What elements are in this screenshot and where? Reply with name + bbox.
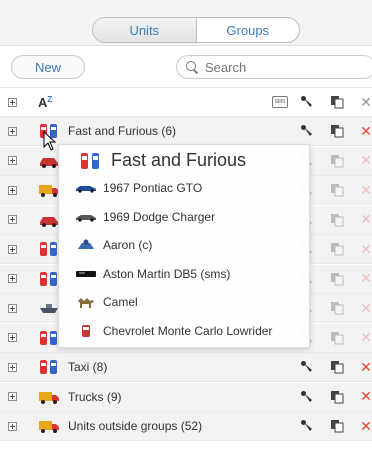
popup-unit-item[interactable]: Chevrolet Monte Carlo Lowrider: [75, 324, 272, 338]
wrench-icon[interactable]: [300, 95, 314, 109]
popup-title: Fast and Furious: [79, 150, 246, 171]
popup-unit-item[interactable]: Camel: [75, 295, 138, 309]
expand-icon[interactable]: [8, 126, 17, 136]
car-icon: [38, 212, 60, 228]
search-box[interactable]: [176, 55, 372, 79]
tab-groups[interactable]: Groups: [195, 18, 300, 42]
popup-unit-label: 1967 Pontiac GTO: [103, 181, 203, 195]
popup-unit-item[interactable]: Aston Martin DB5 (sms): [75, 267, 230, 281]
expand-icon[interactable]: [8, 362, 17, 372]
delete-icon[interactable]: ✕: [359, 241, 372, 257]
copy-icon[interactable]: [330, 419, 344, 433]
popup-unit-label: 1969 Dodge Charger: [103, 209, 216, 224]
search-icon: [185, 60, 199, 74]
popup-unit-label: Camel: [103, 295, 138, 309]
copy-icon[interactable]: [330, 272, 344, 286]
lowrider-icon: [75, 324, 97, 338]
group-label: Fast and Furious (6): [68, 124, 177, 138]
search-input[interactable]: [205, 59, 355, 75]
cars-icon: [38, 330, 60, 346]
group-label: Taxi (8): [68, 360, 108, 374]
group-row[interactable]: Taxi (8) ✕: [0, 353, 372, 382]
user-car-icon: [75, 238, 97, 252]
cars-icon: [38, 271, 60, 287]
popup-unit-label: Chevrolet Monte Carlo Lowrider: [103, 323, 273, 338]
truck-icon: [38, 389, 60, 405]
delete-icon[interactable]: ✕: [359, 300, 372, 316]
charger-car-icon: [75, 210, 97, 224]
sort-az-icon[interactable]: AZ: [38, 95, 52, 109]
copy-icon[interactable]: [330, 183, 344, 197]
expand-icon[interactable]: [8, 303, 17, 313]
copy-icon[interactable]: [330, 124, 344, 138]
copy-icon[interactable]: [330, 213, 344, 227]
delete-icon[interactable]: ✕: [359, 123, 372, 139]
boat-icon: [38, 300, 60, 316]
delete-icon[interactable]: ✕: [359, 94, 372, 110]
camel-icon: [75, 295, 97, 309]
copy-icon[interactable]: [330, 242, 344, 256]
expand-icon[interactable]: [8, 274, 17, 283]
copy-icon[interactable]: [330, 331, 344, 345]
cars-icon: [38, 359, 60, 375]
delete-icon[interactable]: ✕: [359, 418, 372, 434]
group-label: Units outside groups (52): [68, 419, 203, 433]
copy-icon[interactable]: [330, 390, 344, 404]
expand-icon[interactable]: [8, 392, 17, 401]
wrench-icon[interactable]: [300, 124, 314, 138]
wrench-icon[interactable]: [300, 360, 314, 374]
delete-icon[interactable]: ✕: [359, 359, 372, 375]
wrench-icon[interactable]: [300, 419, 314, 433]
popup-unit-label: Aaron (c): [103, 238, 153, 252]
delete-icon[interactable]: ✕: [359, 211, 372, 227]
expand-icon[interactable]: [8, 215, 17, 224]
truck-icon: [38, 418, 60, 434]
cars-icon: [38, 241, 60, 257]
group-row[interactable]: Trucks (9) ✕: [0, 382, 372, 412]
new-button[interactable]: New: [11, 55, 85, 79]
popup-unit-item[interactable]: Aaron (c): [75, 238, 152, 252]
group-label: Trucks (9): [68, 389, 122, 404]
list-header-row: AZ SMS ✕: [0, 88, 372, 117]
group-row[interactable]: Units outside groups (52) ✕: [0, 412, 372, 441]
expand-icon[interactable]: [8, 333, 17, 342]
cars-icon: [81, 152, 99, 169]
popup-unit-item[interactable]: 1969 Dodge Charger: [75, 210, 215, 224]
delete-icon[interactable]: ✕: [359, 182, 372, 198]
units-groups-switch: Units Groups: [92, 17, 300, 43]
truck-icon: [38, 182, 60, 198]
copy-icon[interactable]: [330, 154, 344, 168]
mouse-cursor-icon: [43, 131, 57, 151]
popup-unit-item[interactable]: 1967 Pontiac GTO: [75, 181, 202, 195]
expand-icon[interactable]: [8, 156, 17, 165]
group-units-popup: Fast and Furious 1967 Pontiac GTO 1969 Do…: [58, 144, 310, 348]
car-icon: [38, 153, 60, 169]
copy-icon[interactable]: [330, 95, 344, 109]
expand-all-icon[interactable]: [8, 97, 17, 107]
toolbar: New: [0, 46, 372, 88]
copy-icon[interactable]: [330, 360, 344, 374]
muscle-car-icon: [75, 181, 97, 195]
popup-unit-label: Aston Martin DB5 (sms): [103, 266, 231, 281]
delete-icon[interactable]: ✕: [359, 152, 372, 168]
top-bar: Units Groups: [0, 0, 372, 46]
delete-icon[interactable]: ✕: [359, 270, 372, 286]
expand-icon[interactable]: [8, 421, 17, 431]
wrench-icon[interactable]: [300, 390, 314, 404]
aston-car-icon: [75, 267, 97, 281]
expand-icon[interactable]: [8, 185, 17, 195]
tab-units[interactable]: Units: [93, 18, 196, 42]
expand-icon[interactable]: [8, 244, 17, 254]
delete-icon[interactable]: ✕: [359, 388, 372, 404]
sms-icon[interactable]: SMS: [272, 96, 288, 108]
copy-icon[interactable]: [330, 301, 344, 315]
delete-icon[interactable]: ✕: [359, 329, 372, 345]
